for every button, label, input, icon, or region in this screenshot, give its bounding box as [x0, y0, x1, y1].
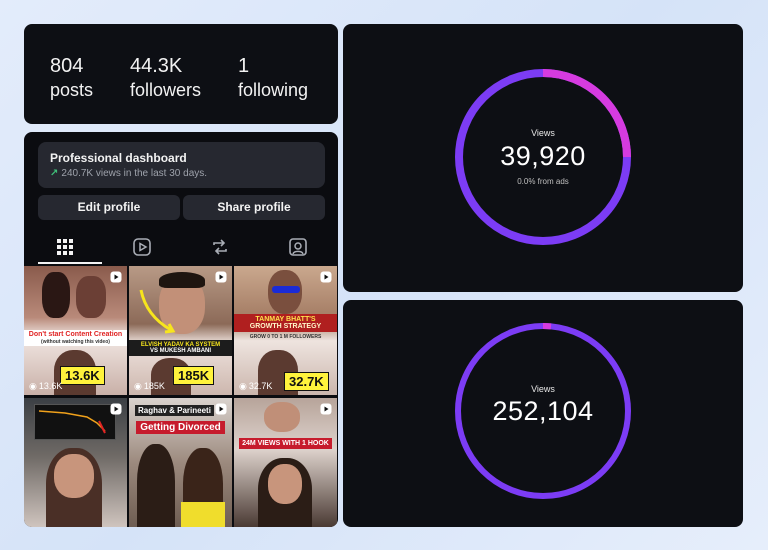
posts-stat[interactable]: 804 posts — [50, 54, 93, 102]
views-badge: 13.6K — [60, 366, 105, 385]
profile-tabs — [24, 232, 338, 262]
eye-icon: ◉ — [239, 381, 247, 391]
post-tile[interactable]: ELVISH YADAV KA SYSTEM VS MUKESH AMBANI … — [129, 266, 232, 395]
post-tile[interactable] — [24, 398, 127, 527]
view-count: ◉ 32.7K — [239, 381, 272, 392]
eye-icon: ◉ — [29, 381, 37, 391]
views-badge: 32.7K — [284, 372, 329, 391]
eye-icon: ◉ — [134, 381, 142, 391]
thumbnail-headphones — [272, 286, 300, 293]
post-caption-text: TANMAY BHATT'S — [255, 316, 316, 323]
share-profile-button[interactable]: Share profile — [183, 195, 325, 220]
views-card: Views 252,104 — [343, 300, 743, 527]
thumbnail-face — [264, 402, 300, 432]
thumbnail-figure — [76, 276, 106, 318]
thumbnail-figure — [42, 272, 70, 318]
edit-profile-button[interactable]: Edit profile — [38, 195, 180, 220]
reel-icon — [215, 403, 227, 415]
view-count-text: 185K — [143, 381, 165, 391]
post-tile[interactable]: Don't start Content Creation (without wa… — [24, 266, 127, 395]
posts-grid: Don't start Content Creation (without wa… — [24, 266, 338, 527]
view-count: ◉ 185K — [134, 381, 165, 392]
post-caption-sub: Getting Divorced — [136, 421, 225, 434]
reel-icon — [320, 403, 332, 415]
reel-icon — [110, 271, 122, 283]
post-caption-text: Raghav & Parineeti — [135, 405, 214, 416]
post-caption: ELVISH YADAV KA SYSTEM VS MUKESH AMBANI — [129, 340, 232, 356]
views-total: 252,104 — [492, 396, 594, 426]
post-caption-text: Don't start Content Creation — [28, 331, 123, 338]
ring-label: Views — [531, 384, 555, 394]
trend-up-icon: ↗ — [50, 168, 59, 179]
thumbnail-outfit — [181, 502, 225, 527]
dashboard-subtitle-text: 240.7K views in the last 30 days. — [61, 168, 208, 179]
trend-line-icon — [38, 410, 106, 434]
post-tile[interactable]: 24M VIEWS WITH 1 HOOK — [234, 398, 337, 527]
grid-icon[interactable] — [54, 236, 76, 258]
view-count-text: 13.6K — [38, 381, 63, 391]
post-caption-text: 24M VIEWS WITH 1 HOOK — [239, 438, 332, 449]
post-tile[interactable]: TANMAY BHATT'S GROWTH STRATEGY GROW 0 TO… — [234, 266, 337, 395]
reposts-icon[interactable] — [209, 236, 231, 258]
following-count: 1 — [238, 55, 250, 77]
post-caption-sub: (without watching this video) — [41, 339, 110, 345]
post-caption-sub: VS MUKESH AMBANI — [149, 348, 212, 354]
ads-share: 0.0% from ads — [517, 177, 569, 186]
professional-dashboard[interactable]: Professional dashboard ↗ 240.7K views in … — [38, 142, 325, 188]
reel-icon — [215, 271, 227, 283]
posts-count: 804 — [50, 55, 84, 77]
following-label: following — [238, 80, 309, 100]
posts-label: posts — [50, 80, 94, 100]
tagged-icon[interactable] — [287, 236, 309, 258]
profile-panel: Professional dashboard ↗ 240.7K views in … — [24, 132, 338, 527]
reel-icon — [320, 271, 332, 283]
thumbnail-face — [54, 454, 94, 498]
views-total: 39,920 — [500, 141, 586, 171]
dashboard-subtitle: ↗ 240.7K views in the last 30 days. — [50, 168, 313, 179]
thumbnail-figure — [137, 444, 175, 527]
reel-icon — [110, 403, 122, 415]
post-caption: Don't start Content Creation (without wa… — [24, 330, 127, 346]
following-stat[interactable]: 1 following — [238, 54, 308, 102]
followers-label: followers — [130, 80, 202, 100]
reels-icon[interactable] — [131, 236, 153, 258]
profile-stats: 804 posts 44.3K followers 1 following — [24, 24, 338, 124]
post-caption: TANMAY BHATT'S GROWTH STRATEGY — [234, 314, 337, 332]
thumbnail-chart — [34, 404, 116, 440]
dashboard-title: Professional dashboard — [50, 151, 187, 165]
post-caption-sub: GROWTH STRATEGY — [249, 323, 322, 330]
post-tile[interactable]: Raghav & Parineeti Getting Divorced — [129, 398, 232, 527]
views-badge: 185K — [173, 366, 215, 385]
post-caption-extra: GROW 0 TO 1 M FOLLOWERS — [249, 334, 322, 340]
thumbnail-face — [268, 464, 302, 504]
followers-stat[interactable]: 44.3K followers — [130, 54, 201, 102]
arrow-annotation-icon — [139, 289, 176, 334]
views-card: Views 39,920 0.0% from ads — [343, 24, 743, 292]
ring-label: Views — [531, 128, 555, 138]
view-count-text: 32.7K — [248, 381, 273, 391]
active-tab-indicator — [38, 262, 102, 264]
view-count: ◉ 13.6K — [29, 381, 62, 392]
post-caption: 24M VIEWS WITH 1 HOOK — [234, 438, 337, 449]
post-caption-sub-wrap: Getting Divorced — [129, 421, 232, 434]
followers-count: 44.3K — [130, 55, 183, 77]
